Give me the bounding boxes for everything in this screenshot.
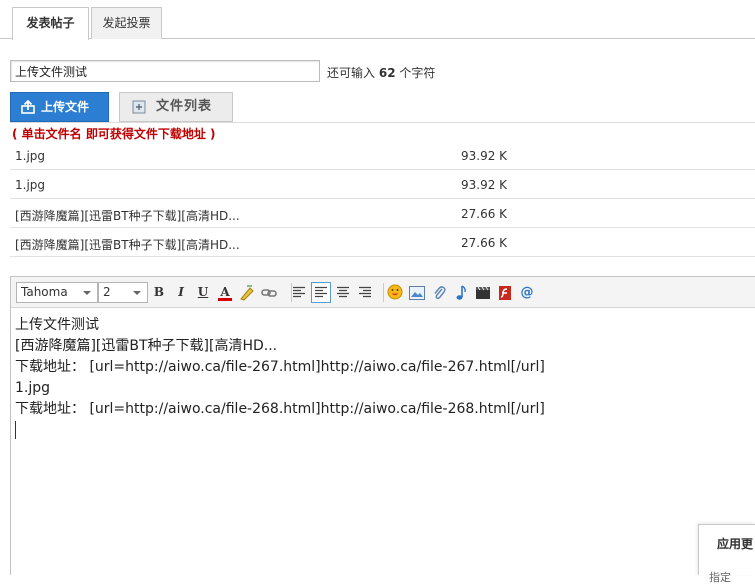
align-justify-button[interactable] <box>311 282 331 303</box>
post-title-input[interactable] <box>10 60 320 82</box>
emoticon-button[interactable] <box>385 282 405 303</box>
editor-content[interactable]: 上传文件测试 [西游降魔篇][迅雷BT种子下载][高清HD... 下载地址： [… <box>15 315 545 441</box>
video-icon <box>476 286 490 299</box>
link-icon <box>261 289 277 297</box>
file-list-label: 文件列表 <box>156 99 213 114</box>
flash-button[interactable] <box>495 282 515 303</box>
highlight-button[interactable] <box>237 282 257 303</box>
file-name[interactable]: 1.jpg <box>15 149 45 163</box>
bold-button[interactable]: B <box>149 282 169 303</box>
divider <box>10 122 755 123</box>
align-center-button[interactable] <box>333 282 353 303</box>
underline-button[interactable]: U <box>193 282 213 303</box>
toolbar-separator <box>383 283 384 302</box>
editor-line: [西游降魔篇][迅雷BT种子下载][高清HD... <box>15 338 278 354</box>
file-list-button[interactable]: 文件列表 <box>119 92 233 122</box>
image-button[interactable] <box>407 282 427 303</box>
file-size: 27.66 K <box>461 236 508 250</box>
file-size: 27.66 K <box>461 207 508 221</box>
file-row[interactable]: [西游降魔篇][迅雷BT种子下载][高清HD... 27.66 K <box>10 199 755 228</box>
mention-button[interactable]: @ <box>517 282 537 303</box>
font-family-value: Tahoma <box>21 285 68 299</box>
app-update-title: 应用更 <box>717 537 754 551</box>
tab-new-poll[interactable]: 发起投票 <box>91 7 162 39</box>
app-update-sub: 指定 <box>709 571 731 584</box>
align-center-icon <box>337 286 349 298</box>
rich-text-editor: Tahoma 2 B I U A @ 上传文件测试 [西游降魔篇][迅雷BT种子… <box>10 276 755 575</box>
highlight-icon <box>240 285 254 301</box>
font-color-button[interactable]: A <box>215 282 235 303</box>
attachment-button[interactable] <box>429 282 449 303</box>
tab-new-post[interactable]: 发表帖子 <box>12 7 89 40</box>
music-note-icon <box>456 285 466 300</box>
upload-file-button[interactable]: 上传文件 <box>10 92 109 122</box>
char-counter: 还可输入 62 个字符 <box>327 64 435 81</box>
music-button[interactable] <box>451 282 471 303</box>
upload-icon <box>21 100 35 114</box>
font-size-value: 2 <box>103 285 111 299</box>
editor-line: 1.jpg <box>15 380 51 396</box>
align-right-button[interactable] <box>355 282 375 303</box>
font-color-icon: A <box>220 285 230 299</box>
file-name[interactable]: 1.jpg <box>15 178 45 192</box>
align-justify-icon <box>315 286 327 298</box>
uploaded-files-list: 1.jpg 93.92 K 1.jpg 93.92 K [西游降魔篇][迅雷BT… <box>10 141 755 257</box>
video-button[interactable] <box>473 282 493 303</box>
link-button[interactable] <box>259 282 279 303</box>
paperclip-icon <box>434 286 446 300</box>
file-name[interactable]: [西游降魔篇][迅雷BT种子下载][高清HD... <box>15 207 240 224</box>
editor-line: 下载地址： [url=http://aiwo.ca/file-268.html]… <box>15 401 545 417</box>
file-size: 93.92 K <box>461 149 508 163</box>
align-left-icon <box>293 286 305 298</box>
font-family-select[interactable]: Tahoma <box>16 282 98 303</box>
tab-bar: 发表帖子 发起投票 <box>0 0 755 40</box>
file-row[interactable]: 1.jpg 93.92 K <box>10 141 755 170</box>
text-caret <box>15 421 16 439</box>
editor-line: 上传文件测试 <box>15 317 99 333</box>
app-update-panel[interactable]: 应用更 指定 <box>698 524 755 584</box>
char-counter-count: 62 <box>378 66 396 80</box>
smiley-icon <box>387 284 403 300</box>
download-hint: ( 单击文件名 即可获得文件下载地址 ) <box>12 127 216 141</box>
file-row[interactable]: [西游降魔篇][迅雷BT种子下载][高清HD... 27.66 K <box>10 228 755 257</box>
char-counter-suffix: 个字符 <box>399 66 436 80</box>
editor-line: 下载地址： [url=http://aiwo.ca/file-267.html]… <box>15 359 545 375</box>
caret-line <box>15 420 545 441</box>
chevron-down-icon <box>133 291 141 295</box>
align-left-button[interactable] <box>289 282 309 303</box>
color-swatch <box>218 298 232 301</box>
file-name[interactable]: [西游降魔篇][迅雷BT种子下载][高清HD... <box>15 236 240 253</box>
file-size: 93.92 K <box>461 178 508 192</box>
font-size-select[interactable]: 2 <box>98 282 148 303</box>
editor-toolbar: Tahoma 2 B I U A @ <box>11 277 755 308</box>
align-right-icon <box>359 286 371 298</box>
at-icon: @ <box>520 285 534 300</box>
chevron-down-icon <box>83 291 91 295</box>
italic-button[interactable]: I <box>171 282 191 303</box>
file-row[interactable]: 1.jpg 93.92 K <box>10 170 755 199</box>
char-counter-prefix: 还可输入 <box>327 66 376 80</box>
image-icon <box>409 286 425 300</box>
upload-file-label: 上传文件 <box>41 100 90 114</box>
flash-icon <box>499 286 511 300</box>
file-list-icon <box>132 100 146 114</box>
